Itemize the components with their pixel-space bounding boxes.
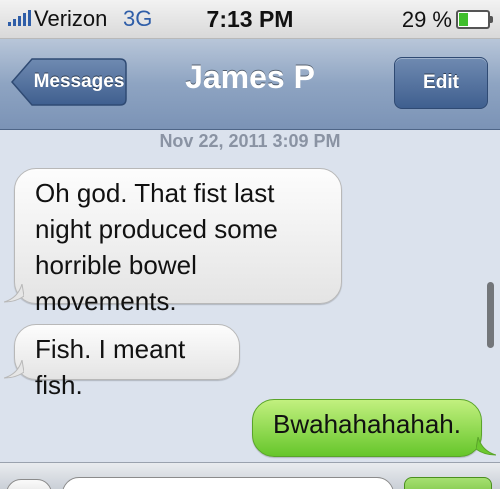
message-text-field[interactable] [62, 477, 394, 489]
camera-button[interactable] [6, 479, 52, 489]
send-button[interactable] [404, 477, 492, 489]
scrollbar[interactable] [487, 282, 494, 348]
bubble-tail-icon [4, 284, 24, 303]
battery-level [459, 13, 468, 26]
status-bar: Verizon 3G 7:13 PM 29 % [0, 0, 500, 39]
back-button-label: Messages [33, 71, 125, 92]
contact-name-title: James P [185, 59, 315, 95]
message-text: Bwahahahahah. [273, 409, 461, 439]
bubble-tail-icon [4, 360, 24, 379]
message-text: Oh god. That fist last night produced so… [35, 178, 278, 316]
nav-bar: Messages James P Edit [0, 39, 500, 130]
received-message-bubble[interactable]: Oh god. That fist last night produced so… [14, 168, 342, 316]
sent-message-bubble[interactable]: Bwahahahahah. [252, 399, 482, 457]
battery-icon [456, 10, 493, 29]
received-message-bubble[interactable]: Fish. I meant fish. [14, 324, 240, 400]
battery-percent: 29 % [401, 7, 452, 32]
bubble-tail-icon [476, 437, 496, 456]
messages-back-button[interactable]: Messages [10, 57, 128, 107]
message-timestamp: Nov 22, 2011 3:09 PM [159, 131, 341, 151]
edit-button[interactable]: Edit [394, 57, 488, 109]
message-input-bar [0, 462, 500, 489]
message-text: Fish. I meant fish. [35, 334, 186, 400]
